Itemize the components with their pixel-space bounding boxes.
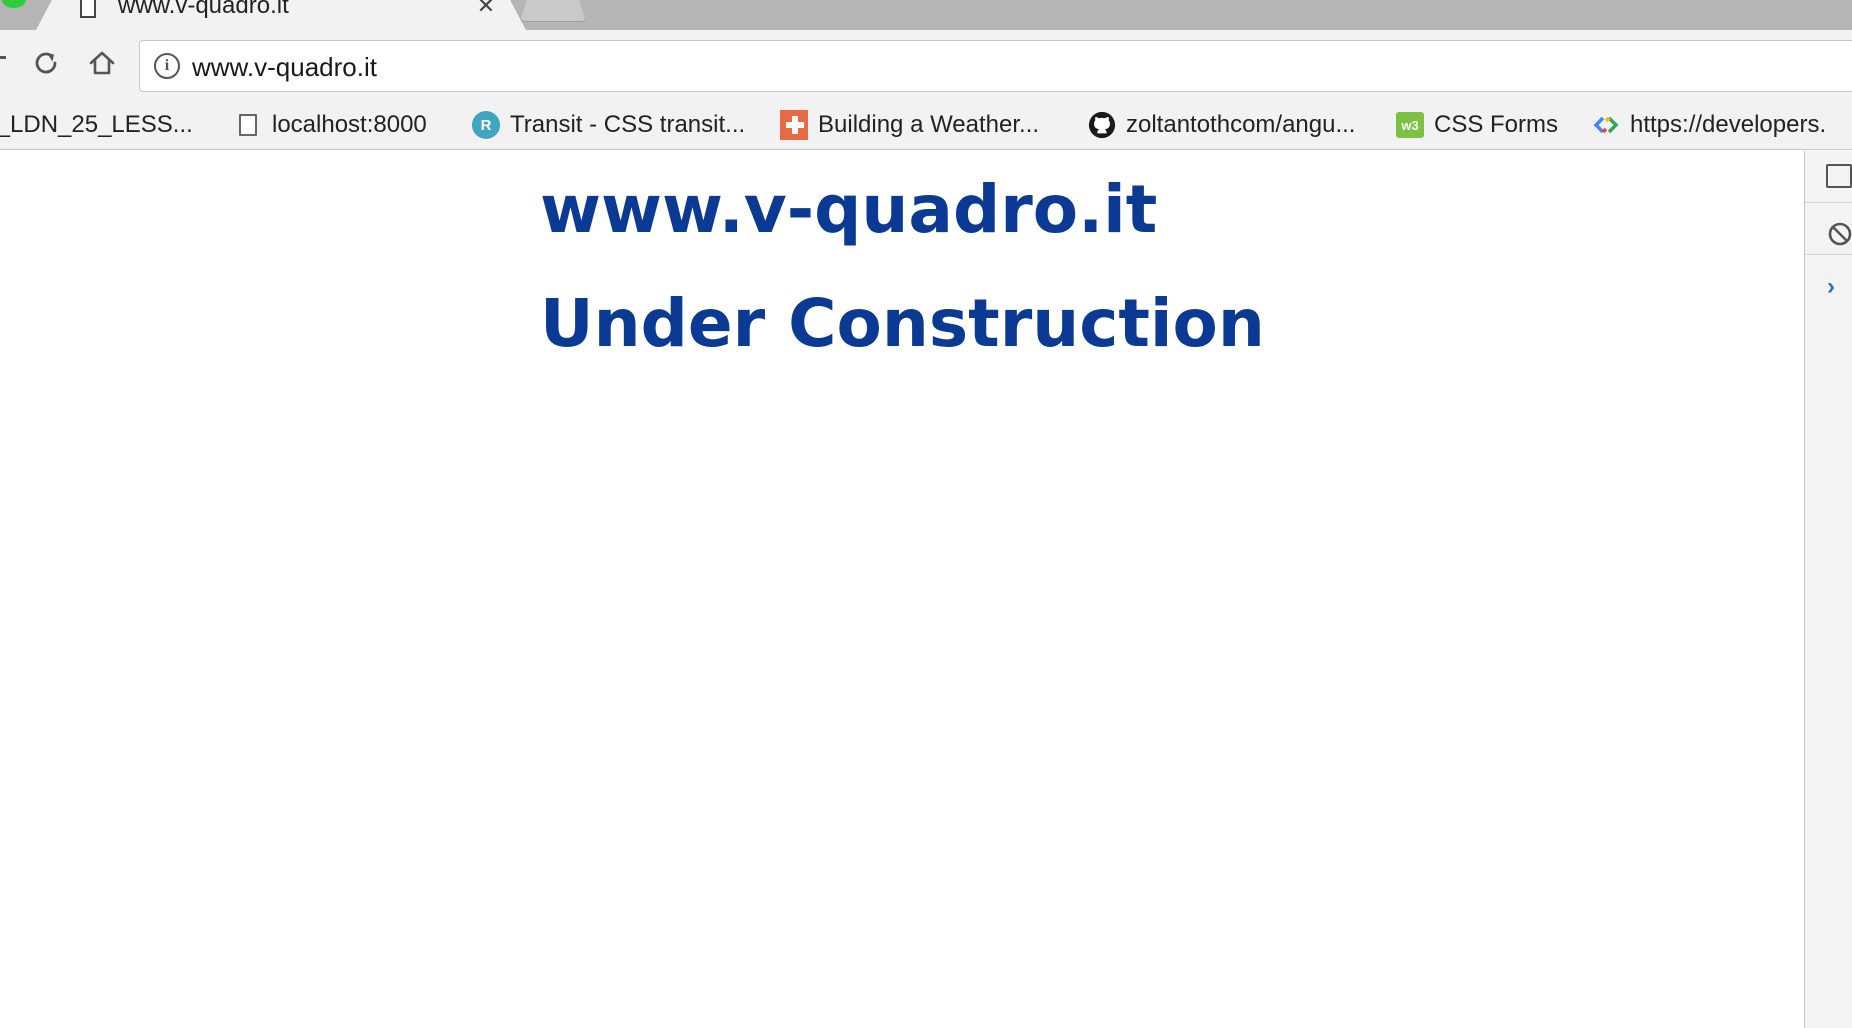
bookmark-label: Transit - CSS transit...	[510, 111, 746, 138]
browser-toolbar: i www.v-quadro.it	[0, 30, 1852, 100]
bookmark-label: https://developers.	[1630, 111, 1827, 138]
block-icon	[1828, 222, 1852, 246]
bookmark-item[interactable]: I_LDN_25_LESS...	[0, 110, 193, 140]
home-button[interactable]	[84, 45, 120, 81]
page-subtitle: Under Construction	[540, 285, 1265, 362]
tab-strip: www.v-quadro.it ✕	[0, 0, 1852, 30]
bookmark-label: localhost:8000	[272, 111, 427, 138]
bookmark-label: zoltantothcom/angu...	[1126, 111, 1356, 138]
bookmarks-bar: I_LDN_25_LESS... localhost:8000 R Transi…	[0, 100, 1852, 150]
page-viewport: www.v-quadro.it Under Construction	[0, 151, 1804, 1028]
page-icon	[234, 111, 262, 139]
inspect-icon	[1826, 164, 1852, 188]
bookmark-item[interactable]: R Transit - CSS transit...	[472, 110, 745, 140]
w3-icon: w3	[1396, 111, 1424, 139]
bookmark-label: Building a Weather...	[818, 111, 1040, 138]
url-text[interactable]: www.v-quadro.it	[192, 52, 377, 83]
bookmark-item[interactable]: w3 CSS Forms	[1396, 110, 1558, 140]
chevron-right-icon[interactable]: ›	[1827, 273, 1835, 301]
cross-icon	[780, 110, 808, 140]
bookmark-label: CSS Forms	[1434, 111, 1559, 138]
back-arrow-icon[interactable]	[0, 56, 6, 59]
bookmark-label: I_LDN_25_LESS...	[0, 111, 193, 138]
tab-title[interactable]: www.v-quadro.it	[118, 0, 289, 20]
github-icon	[1088, 111, 1116, 139]
new-tab-button[interactable]	[520, 0, 586, 22]
info-icon[interactable]: i	[154, 53, 180, 79]
inspect-element-button[interactable]	[1805, 151, 1852, 203]
google-developers-icon	[1592, 111, 1620, 139]
home-icon	[89, 51, 115, 75]
window-zoom-button[interactable]	[2, 0, 26, 8]
r-icon: R	[472, 111, 500, 139]
page-title: www.v-quadro.it	[540, 171, 1158, 248]
reload-icon	[35, 52, 57, 74]
address-bar[interactable]: i www.v-quadro.it	[139, 40, 1852, 92]
bookmark-item[interactable]: localhost:8000	[234, 110, 427, 140]
reload-button[interactable]	[28, 45, 64, 81]
page-icon	[80, 0, 96, 18]
bookmark-item[interactable]: Building a Weather...	[780, 110, 1039, 140]
close-icon[interactable]: ✕	[474, 0, 498, 18]
bookmark-item[interactable]: zoltantothcom/angu...	[1088, 110, 1355, 140]
bookmark-item[interactable]: https://developers.	[1592, 110, 1826, 140]
devtools-panel: ›	[1804, 151, 1852, 1028]
